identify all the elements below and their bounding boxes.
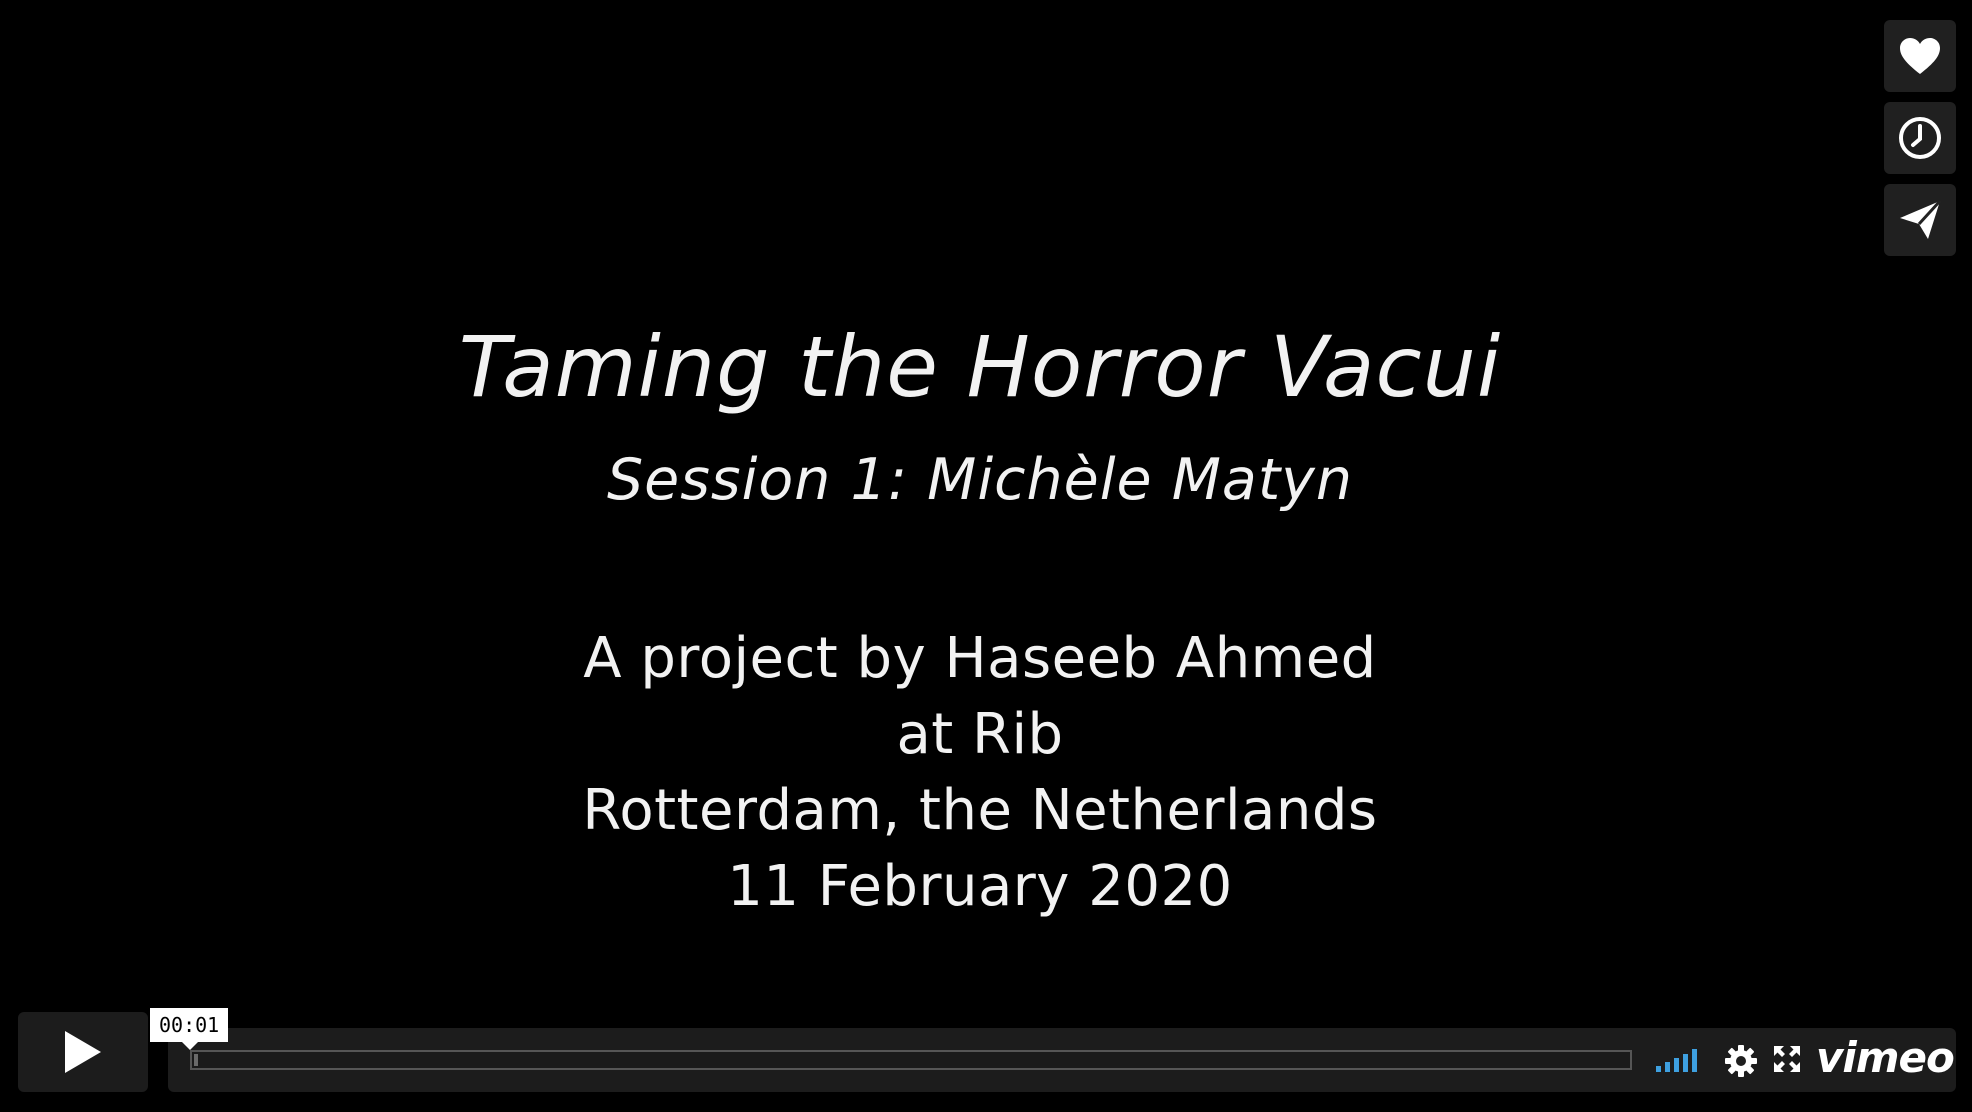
credit-line: at Rib [896, 702, 1064, 767]
control-bar: vimeo [168, 1028, 1956, 1092]
credit-line: Rotterdam, the Netherlands [582, 778, 1378, 843]
fullscreen-button[interactable] [1772, 1044, 1802, 1074]
like-button[interactable] [1884, 20, 1956, 92]
fullscreen-icon [1774, 1046, 1800, 1072]
credit-line: 11 February 2020 [727, 854, 1233, 919]
credit-line: A project by Haseeb Ahmed [583, 626, 1377, 691]
volume-bars-icon [1656, 1049, 1697, 1072]
progress-bar[interactable] [190, 1050, 1632, 1070]
time-tooltip: 00:01 [150, 1008, 229, 1050]
paper-plane-icon [1900, 199, 1942, 239]
clock-icon [1899, 117, 1941, 159]
gear-icon [1725, 1045, 1757, 1077]
watch-later-button[interactable] [1884, 102, 1956, 174]
play-button[interactable] [18, 1012, 148, 1092]
play-icon [65, 1031, 101, 1073]
vimeo-logo[interactable]: vimeo [1816, 1036, 1955, 1080]
video-player[interactable]: Taming the Horror Vacui Session 1: Michè… [0, 0, 1972, 1112]
video-title: Taming the Horror Vacui [458, 318, 1502, 416]
heart-icon [1900, 38, 1940, 74]
video-credits: A project by Haseeb Ahmed at Rib Rotterd… [0, 621, 1960, 925]
video-session: Session 1: Michèle Matyn [606, 447, 1354, 513]
share-button[interactable] [1884, 184, 1956, 256]
settings-button[interactable] [1724, 1044, 1758, 1078]
volume-button[interactable] [1656, 1046, 1704, 1074]
progress-fill [194, 1054, 199, 1066]
